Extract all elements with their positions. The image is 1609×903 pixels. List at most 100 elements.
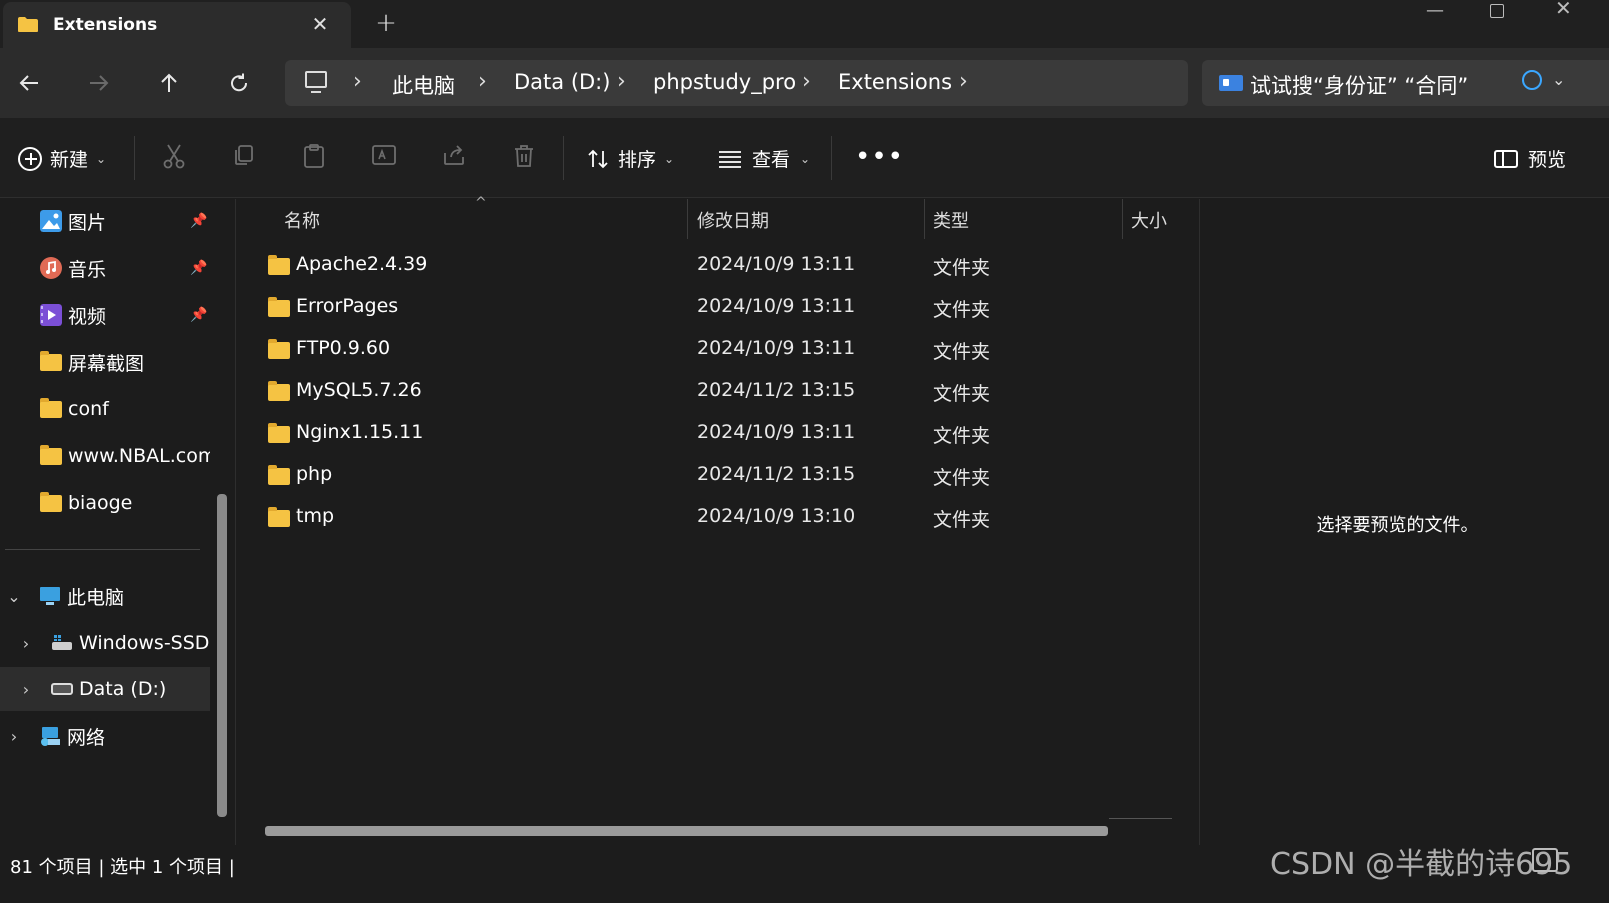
view-button[interactable]: 查看 ⌄ [718,145,810,172]
chevron-down-icon[interactable]: ⌄ [1552,70,1565,89]
preview-message: 选择要预览的文件。 [1316,515,1479,536]
details-view-icon[interactable] [1532,848,1558,872]
delete-button[interactable] [510,143,538,171]
status-bar: 81 个项目 | 选中 1 个项目 | CSDN @半截的诗695 [0,845,1609,903]
search-box[interactable]: 试试搜“身份证” “合同” ⌄ [1202,60,1609,106]
sidebar-item-nbal[interactable]: www.NBAL.com [0,434,210,478]
column-header-type[interactable]: 类型 [933,207,969,233]
sidebar-item-drive-c[interactable]: › Windows-SSD (C:) [0,621,210,665]
folder-icon [268,255,290,275]
sidebar-item-label: 图片 [68,211,107,234]
refresh-button[interactable] [222,66,256,100]
rename-button[interactable] [370,143,398,171]
file-modified: 2024/10/9 13:10 [697,505,856,527]
sidebar-item-network[interactable]: › 网络 [0,714,210,758]
sidebar-item-this-pc[interactable]: ⌄ 此电脑 [0,574,210,618]
file-row[interactable]: php 2024/11/2 13:15 文件夹 [237,454,1172,496]
pin-icon[interactable]: 📌 [190,260,207,276]
chevron-right-icon[interactable]: › [959,69,968,94]
rename-icon [372,145,396,165]
network-icon [41,727,60,746]
breadcrumb-phpstudy[interactable]: phpstudy_pro [653,70,796,94]
breadcrumb-data-drive[interactable]: Data (D:) [514,70,610,94]
file-row[interactable]: tmp 2024/10/9 13:10 文件夹 [237,496,1172,538]
pictures-icon [40,210,62,232]
pin-icon[interactable]: 📌 [190,307,207,323]
cut-button[interactable] [160,143,188,171]
breadcrumb-extensions[interactable]: Extensions [838,70,952,94]
file-row[interactable]: ErrorPages 2024/10/9 13:11 文件夹 [237,286,1172,328]
share-button[interactable] [440,143,468,171]
sidebar-item-pictures[interactable]: 图片 📌 [0,199,210,243]
preview-toggle-button[interactable]: 预览 [1494,145,1566,172]
new-button[interactable]: 新建 ⌄ [18,145,106,172]
breadcrumb-this-pc[interactable]: 此电脑 [392,70,455,100]
file-modified: 2024/10/9 13:11 [697,337,856,359]
chevron-right-icon[interactable]: › [19,634,33,653]
sidebar-item-label: 网络 [67,726,106,749]
toolbar-divider [134,136,135,180]
share-icon [444,145,464,165]
file-type: 文件夹 [933,257,991,279]
chevron-down-icon[interactable]: ⌄ [7,587,21,606]
search-placeholder: 试试搜“身份证” “合同” [1250,74,1469,98]
column-divider[interactable] [1122,199,1123,239]
chevron-right-icon[interactable]: › [478,69,487,94]
forward-button[interactable] [82,66,116,100]
address-bar[interactable]: › 此电脑 › Data (D:) › phpstudy_pro › Exten… [285,60,1188,106]
arrow-up-icon [161,73,177,92]
minimize-button[interactable]: — [1420,0,1450,21]
file-name: Nginx1.15.11 [296,421,424,443]
plus-circle-icon [18,146,42,171]
up-button[interactable] [152,66,186,100]
file-row[interactable]: Nginx1.15.11 2024/10/9 13:11 文件夹 [237,412,1172,454]
close-tab-button[interactable]: ✕ [309,12,331,36]
ai-search-icon[interactable] [1522,70,1542,90]
column-divider[interactable] [924,199,925,239]
column-header-modified[interactable]: 修改日期 [697,207,769,233]
sidebar-item-conf[interactable]: conf [0,387,210,431]
file-type: 文件夹 [933,509,991,531]
maximize-button[interactable] [1490,4,1504,18]
sidebar-scrollbar[interactable] [217,494,227,817]
chevron-right-icon[interactable]: › [19,680,33,699]
sort-button[interactable]: 排序 ⌄ [586,145,674,172]
arrow-left-icon [19,75,38,91]
close-window-button[interactable]: ✕ [1555,0,1572,20]
file-modified: 2024/10/9 13:11 [697,295,856,317]
more-options-button[interactable]: ••• [855,142,904,172]
chevron-right-icon[interactable]: › [802,69,811,94]
sidebar-item-drive-d[interactable]: › Data (D:) [0,667,210,711]
file-row[interactable]: Apache2.4.39 2024/10/9 13:11 文件夹 [237,244,1172,286]
sidebar-item-music[interactable]: 音乐 📌 [0,246,210,290]
new-label: 新建 [50,149,89,171]
column-header-name[interactable]: 名称 [284,207,320,233]
paste-button[interactable] [300,143,328,171]
horizontal-scrollbar[interactable] [265,826,1108,836]
column-header-size[interactable]: 大小 [1131,207,1167,233]
file-row[interactable]: MySQL5.7.26 2024/11/2 13:15 文件夹 [237,370,1172,412]
chevron-right-icon[interactable]: › [617,69,626,94]
folder-icon [40,350,62,371]
sidebar-item-biaoge[interactable]: biaoge [0,481,210,525]
chevron-right-icon[interactable]: › [7,727,21,746]
back-button[interactable] [12,66,46,100]
pin-icon[interactable]: 📌 [190,213,207,229]
folder-icon [40,397,62,418]
file-name: tmp [296,505,335,527]
tab-extensions[interactable]: Extensions ✕ [3,2,351,48]
file-row[interactable]: FTP0.9.60 2024/10/9 13:11 文件夹 [237,328,1172,370]
list-view-icon [719,150,741,168]
file-name: Apache2.4.39 [296,253,428,275]
copy-button[interactable] [230,143,258,171]
sidebar-item-screenshots[interactable]: 屏幕截图 [0,340,210,384]
refresh-icon [231,73,248,92]
sidebar-item-label: biaoge [68,492,133,514]
column-divider[interactable] [687,199,688,239]
chevron-right-icon[interactable]: › [353,69,362,94]
preview-pane: 选择要预览的文件。 [1199,199,1609,845]
sidebar-item-videos[interactable]: 视频 📌 [0,293,210,337]
new-tab-button[interactable]: + [372,8,400,38]
file-name: ErrorPages [296,295,399,317]
status-text: 81 个项目 | 选中 1 个项目 | [10,857,235,878]
